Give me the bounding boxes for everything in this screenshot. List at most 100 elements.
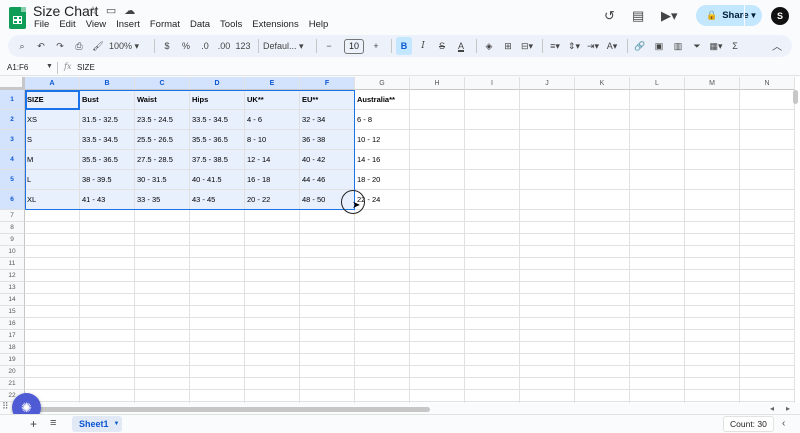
cell-e15[interactable] — [245, 306, 300, 318]
cell-j7[interactable] — [520, 210, 575, 222]
cell-g20[interactable] — [355, 366, 410, 378]
row-header[interactable]: 20 — [0, 366, 25, 378]
cell-h17[interactable] — [410, 330, 465, 342]
cell-n5[interactable] — [740, 170, 795, 190]
row-header[interactable]: 3 — [0, 130, 25, 150]
cell-k13[interactable] — [575, 282, 630, 294]
cell-l15[interactable] — [630, 306, 685, 318]
cell-h1[interactable] — [410, 90, 465, 110]
cell-f12[interactable] — [300, 270, 355, 282]
cell-f9[interactable] — [300, 234, 355, 246]
cell-g3[interactable]: 10 - 12 — [355, 130, 410, 150]
cell-g10[interactable] — [355, 246, 410, 258]
menu-file[interactable]: File — [34, 19, 49, 30]
font-family-select[interactable]: Defaul... ▾ — [263, 37, 309, 55]
cell-j9[interactable] — [520, 234, 575, 246]
cell-e14[interactable] — [245, 294, 300, 306]
cell-l9[interactable] — [630, 234, 685, 246]
cell-k7[interactable] — [575, 210, 630, 222]
cell-k4[interactable] — [575, 150, 630, 170]
paint-format-icon[interactable]: 🖌 — [90, 37, 106, 55]
menu-insert[interactable]: Insert — [116, 19, 140, 30]
cell-l14[interactable] — [630, 294, 685, 306]
cell-h14[interactable] — [410, 294, 465, 306]
cell-j4[interactable] — [520, 150, 575, 170]
cell-c21[interactable] — [135, 378, 190, 390]
cell-c9[interactable] — [135, 234, 190, 246]
cell-l7[interactable] — [630, 210, 685, 222]
fill-color-icon[interactable]: ◈ — [481, 37, 497, 55]
cell-h22[interactable] — [410, 390, 465, 402]
cell-j14[interactable] — [520, 294, 575, 306]
cell-d7[interactable] — [190, 210, 245, 222]
undo-icon[interactable]: ↶ — [33, 37, 49, 55]
cell-h9[interactable] — [410, 234, 465, 246]
cell-f8[interactable] — [300, 222, 355, 234]
cell-d13[interactable] — [190, 282, 245, 294]
move-folder-icon[interactable]: ▭ — [106, 4, 116, 17]
cell-n12[interactable] — [740, 270, 795, 282]
cell-c20[interactable] — [135, 366, 190, 378]
cell-a4[interactable]: M — [25, 150, 80, 170]
cell-b14[interactable] — [80, 294, 135, 306]
cell-j2[interactable] — [520, 110, 575, 130]
cell-e6[interactable]: 20 - 22 — [245, 190, 300, 210]
cell-a2[interactable]: XS — [25, 110, 80, 130]
cell-m4[interactable] — [685, 150, 740, 170]
horizontal-scrollbar[interactable] — [30, 407, 430, 412]
cell-e1[interactable]: UK** — [245, 90, 300, 110]
cell-c7[interactable] — [135, 210, 190, 222]
menu-tools[interactable]: Tools — [220, 19, 242, 30]
cell-b23[interactable] — [80, 402, 135, 403]
increase-font-size-button[interactable]: + — [368, 37, 384, 55]
cell-k22[interactable] — [575, 390, 630, 402]
cell-l10[interactable] — [630, 246, 685, 258]
cell-k2[interactable] — [575, 110, 630, 130]
cell-d8[interactable] — [190, 222, 245, 234]
cell-n9[interactable] — [740, 234, 795, 246]
cell-m18[interactable] — [685, 342, 740, 354]
zoom-select[interactable]: 100% ▾ — [109, 37, 147, 55]
cell-e10[interactable] — [245, 246, 300, 258]
cell-c17[interactable] — [135, 330, 190, 342]
cell-d10[interactable] — [190, 246, 245, 258]
cell-g15[interactable] — [355, 306, 410, 318]
cell-e19[interactable] — [245, 354, 300, 366]
column-header-i[interactable]: I — [465, 77, 520, 90]
cell-j17[interactable] — [520, 330, 575, 342]
cell-k3[interactable] — [575, 130, 630, 150]
cell-f23[interactable] — [300, 402, 355, 403]
cell-j13[interactable] — [520, 282, 575, 294]
cell-a18[interactable] — [25, 342, 80, 354]
cell-f10[interactable] — [300, 246, 355, 258]
meet-video-icon[interactable]: ▶▾ — [661, 8, 678, 24]
cell-n11[interactable] — [740, 258, 795, 270]
cell-i7[interactable] — [465, 210, 520, 222]
cell-b6[interactable]: 41 - 43 — [80, 190, 135, 210]
cell-g19[interactable] — [355, 354, 410, 366]
text-color-button[interactable]: A — [453, 37, 469, 55]
select-all-corner[interactable] — [0, 77, 25, 90]
cell-h16[interactable] — [410, 318, 465, 330]
column-header-j[interactable]: J — [520, 77, 575, 90]
cell-c18[interactable] — [135, 342, 190, 354]
row-header[interactable]: 14 — [0, 294, 25, 306]
cell-g12[interactable] — [355, 270, 410, 282]
merge-cells-icon[interactable]: ⊟▾ — [519, 37, 535, 55]
cell-j15[interactable] — [520, 306, 575, 318]
strikethrough-button[interactable]: S — [434, 37, 450, 55]
cell-c12[interactable] — [135, 270, 190, 282]
decrease-decimal-button[interactable]: .0 — [197, 37, 213, 55]
cell-m11[interactable] — [685, 258, 740, 270]
menu-edit[interactable]: Edit — [59, 19, 75, 30]
cell-l12[interactable] — [630, 270, 685, 282]
column-header-c[interactable]: C — [135, 77, 190, 90]
cell-g5[interactable]: 18 - 20 — [355, 170, 410, 190]
insert-comment-icon[interactable]: ▣ — [651, 37, 667, 55]
sheets-logo-icon[interactable] — [9, 7, 26, 29]
cell-l8[interactable] — [630, 222, 685, 234]
cell-j11[interactable] — [520, 258, 575, 270]
all-sheets-menu-icon[interactable]: ≡ — [50, 417, 56, 429]
cell-k23[interactable] — [575, 402, 630, 403]
cell-c6[interactable]: 33 - 35 — [135, 190, 190, 210]
